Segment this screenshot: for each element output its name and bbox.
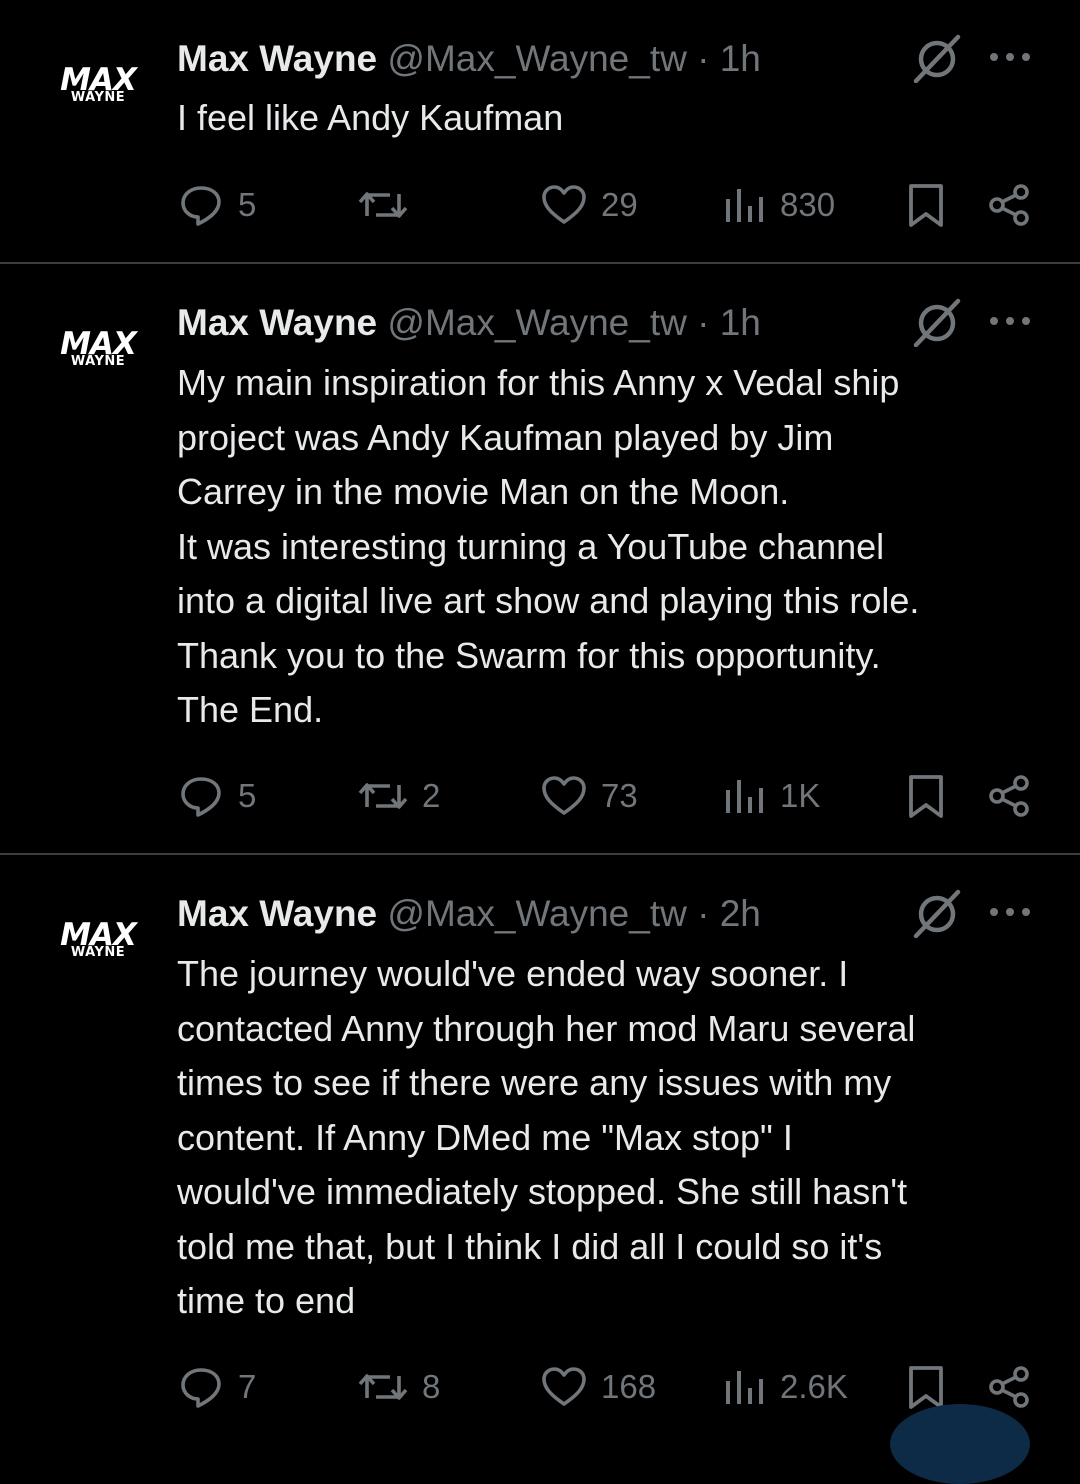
- tweet-text-line: Carrey in the movie Man on the Moon.: [177, 471, 790, 512]
- author-handle[interactable]: @Max_Wayne_tw: [387, 893, 686, 934]
- repost-button[interactable]: [358, 180, 422, 230]
- tweet-text-line: The End.: [177, 689, 324, 730]
- more-icon[interactable]: [988, 902, 1032, 922]
- share-icon: [989, 1366, 1029, 1408]
- heart-icon: [542, 776, 586, 815]
- repost-count: 8: [422, 1368, 441, 1405]
- timestamp[interactable]: 2h: [720, 893, 761, 934]
- tweet[interactable]: MAX WAYNE Max Wayne @Max_Wayne_tw · 2h T…: [0, 855, 1080, 1428]
- tweet-text-line: project was Andy Kaufman played by Jim: [177, 416, 834, 458]
- share-icon: [989, 184, 1029, 226]
- views-count: 1K: [780, 777, 821, 814]
- reply-button[interactable]: 5: [178, 771, 256, 821]
- grok-icon[interactable]: [912, 297, 962, 348]
- repost-icon: [358, 192, 408, 218]
- reply-icon: [181, 1368, 221, 1408]
- author-handle[interactable]: @Max_Wayne_tw: [387, 302, 686, 343]
- tweet-text-line: It was interesting turning a YouTube cha…: [177, 525, 885, 567]
- tweet-header: Max Wayne @Max_Wayne_tw · 1h: [177, 300, 761, 346]
- tweet[interactable]: MAX WAYNE Max Wayne @Max_Wayne_tw · 1h I…: [0, 0, 1080, 262]
- avatar[interactable]: MAX WAYNE: [56, 65, 140, 106]
- views-button[interactable]: 1K: [724, 771, 820, 821]
- avatar[interactable]: MAX WAYNE: [56, 920, 140, 961]
- bookmark-icon: [909, 184, 943, 227]
- like-count: 73: [601, 777, 638, 814]
- views-button[interactable]: 830: [724, 180, 835, 230]
- share-button[interactable]: [987, 180, 1033, 230]
- heart-icon: [542, 185, 586, 224]
- tweet-text-line: My main inspiration for this Anny x Veda…: [177, 362, 900, 403]
- reply-icon: [181, 777, 221, 817]
- action-bar: 5 29 830: [0, 180, 1080, 230]
- separator-dot: ·: [697, 302, 710, 343]
- grok-icon[interactable]: [912, 33, 962, 84]
- tweet-text-line: into a digital live art show and playing…: [177, 580, 920, 621]
- action-bar: 5 2 73 1K: [0, 771, 1080, 821]
- tweet-text: The journey would've ended way sooner. I…: [177, 947, 1047, 1329]
- action-bar: 7 8 168 2.6K: [0, 1362, 1080, 1412]
- tweet-text: I feel like Andy Kaufman: [177, 91, 1047, 146]
- tweet[interactable]: MAX WAYNE Max Wayne @Max_Wayne_tw · 1h M…: [0, 264, 1080, 853]
- separator-dot: ·: [697, 893, 710, 934]
- like-button[interactable]: 29: [541, 180, 638, 230]
- like-button[interactable]: 168: [541, 1362, 656, 1412]
- tweet-text-line: times to see if there were any issues wi…: [177, 1062, 892, 1103]
- like-button[interactable]: 73: [541, 771, 638, 821]
- tweet-header: Max Wayne @Max_Wayne_tw · 2h: [177, 891, 761, 937]
- author-name[interactable]: Max Wayne: [177, 893, 377, 934]
- views-icon: [726, 1371, 763, 1404]
- repost-icon: [358, 783, 408, 809]
- reply-count: 5: [238, 186, 257, 223]
- floating-action-button[interactable]: [890, 1404, 1030, 1484]
- like-count: 168: [601, 1368, 657, 1405]
- bookmark-icon: [909, 775, 943, 818]
- tweet-text-line: Thank you to the Swarm for this opportun…: [177, 634, 881, 676]
- timestamp[interactable]: 1h: [720, 38, 761, 79]
- share-icon: [989, 775, 1029, 817]
- share-button[interactable]: [987, 1362, 1033, 1412]
- author-name[interactable]: Max Wayne: [177, 38, 377, 79]
- tweet-text: My main inspiration for this Anny x Veda…: [177, 356, 1047, 738]
- views-count: 2.6K: [780, 1368, 848, 1405]
- reply-count: 7: [238, 1368, 257, 1405]
- bookmark-button[interactable]: [904, 180, 948, 230]
- tweet-text-line: content. If Anny DMed me "Max stop" I: [177, 1116, 793, 1158]
- repost-count: 2: [422, 777, 441, 814]
- views-icon: [726, 780, 763, 813]
- tweet-text-line: contacted Anny through her mod Maru seve…: [177, 1007, 916, 1049]
- repost-button[interactable]: 2: [358, 771, 440, 821]
- views-icon: [726, 189, 763, 222]
- tweet-text-line: I feel like Andy Kaufman: [177, 97, 564, 138]
- reply-count: 5: [238, 777, 257, 814]
- share-button[interactable]: [987, 771, 1033, 821]
- timestamp[interactable]: 1h: [720, 302, 761, 343]
- grok-icon[interactable]: [912, 888, 962, 939]
- views-button[interactable]: 2.6K: [724, 1362, 848, 1412]
- reply-button[interactable]: 5: [178, 180, 256, 230]
- like-count: 29: [601, 186, 638, 223]
- bookmark-button[interactable]: [904, 771, 948, 821]
- repost-button[interactable]: 8: [358, 1362, 440, 1412]
- more-icon[interactable]: [988, 311, 1032, 331]
- tweet-header: Max Wayne @Max_Wayne_tw · 1h: [177, 36, 761, 82]
- reply-icon: [181, 186, 221, 226]
- author-handle[interactable]: @Max_Wayne_tw: [387, 38, 686, 79]
- tweet-text-line: The journey would've ended way sooner. I: [177, 953, 849, 994]
- separator-dot: ·: [697, 38, 710, 79]
- heart-icon: [542, 1367, 586, 1406]
- tweet-text-line: time to end: [177, 1280, 356, 1321]
- tweet-text-line: told me that, but I think I did all I co…: [177, 1225, 883, 1267]
- author-name[interactable]: Max Wayne: [177, 302, 377, 343]
- avatar[interactable]: MAX WAYNE: [56, 329, 140, 370]
- reply-button[interactable]: 7: [178, 1362, 256, 1412]
- bookmark-icon: [909, 1366, 943, 1409]
- views-count: 830: [780, 186, 836, 223]
- tweet-text-line: would've immediately stopped. She still …: [177, 1171, 908, 1212]
- more-icon[interactable]: [988, 47, 1032, 67]
- repost-icon: [358, 1374, 408, 1400]
